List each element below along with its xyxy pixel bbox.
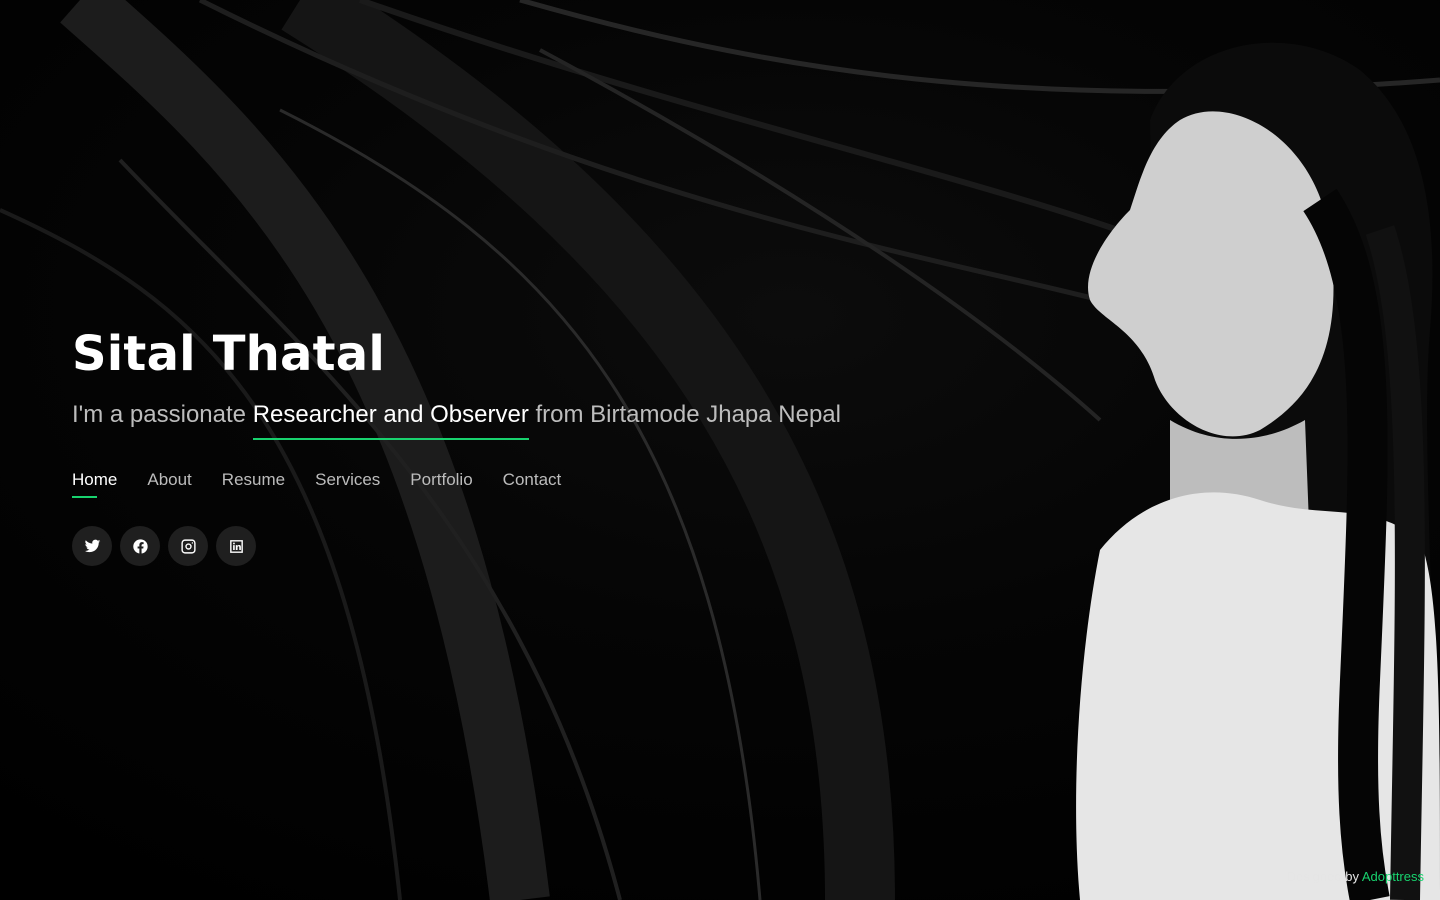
twitter-icon <box>84 539 100 552</box>
nav-item-resume[interactable]: Resume <box>222 470 285 498</box>
subtitle-suffix: from Birtamode Jhapa Nepal <box>528 401 841 428</box>
credits: Designed by Adopttress <box>1287 869 1424 884</box>
nav-item-services[interactable]: Services <box>315 470 380 498</box>
nav-item-contact[interactable]: Contact <box>503 470 562 498</box>
instagram-link[interactable] <box>168 526 208 566</box>
twitter-link[interactable] <box>72 526 112 566</box>
nav-item-home[interactable]: Home <box>72 470 117 498</box>
nav-item-about[interactable]: About <box>147 470 191 498</box>
hero-subtitle: I'm a passionate Researcher and Observer… <box>72 398 972 440</box>
linkedin-link[interactable] <box>216 526 256 566</box>
hero-name: Sital Thatal <box>72 326 386 382</box>
linkedin-icon <box>229 539 243 553</box>
nav-item-portfolio[interactable]: Portfolio <box>410 470 472 498</box>
instagram-icon <box>180 538 196 554</box>
credits-link[interactable]: Adopttress <box>1362 869 1424 884</box>
subtitle-highlight: Researcher and Observer <box>252 398 529 440</box>
subtitle-prefix: I'm a passionate <box>72 401 253 428</box>
main-nav: Home About Resume Services Portfolio Con… <box>72 470 972 498</box>
facebook-icon <box>132 538 148 554</box>
credits-prefix: Designed by <box>1286 869 1362 884</box>
facebook-link[interactable] <box>120 526 160 566</box>
hero-section: Sital Thatal I'm a passionate Researcher… <box>72 322 972 566</box>
social-links <box>72 526 972 566</box>
portrait-image <box>1060 30 1440 900</box>
